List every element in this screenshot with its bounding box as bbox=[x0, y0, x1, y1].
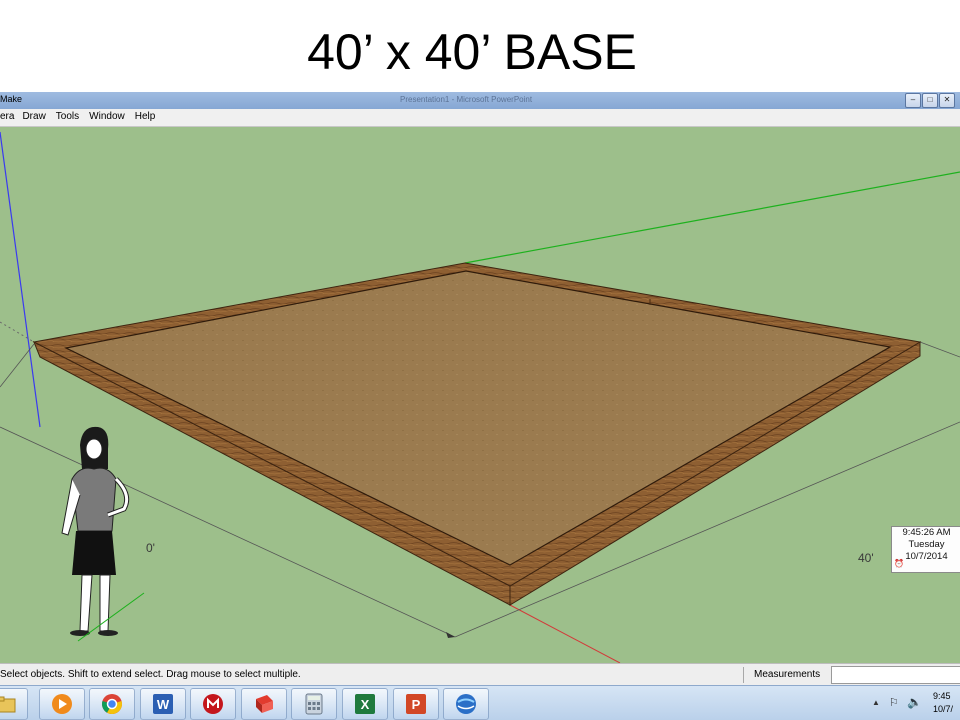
windows-explorer-icon bbox=[0, 696, 16, 713]
alarm-clock-icon: ⏰ bbox=[894, 559, 904, 568]
close-button[interactable]: ✕ bbox=[939, 93, 955, 108]
taskbar-word-button[interactable]: W bbox=[140, 688, 186, 720]
calculator-icon bbox=[305, 693, 323, 715]
dimension-arrow bbox=[446, 632, 455, 638]
app-title: Make bbox=[0, 94, 23, 104]
action-center-icon[interactable]: ⚐ bbox=[889, 696, 899, 709]
sketchup-window: Make Presentation1 - Microsoft PowerPoin… bbox=[0, 92, 960, 720]
sketchup-icon bbox=[256, 695, 273, 713]
tray-date: 10/7/ bbox=[933, 704, 954, 714]
extension-line-left bbox=[0, 343, 35, 388]
menu-help[interactable]: Help bbox=[135, 109, 161, 126]
chrome-icon bbox=[102, 694, 122, 715]
measurements-input[interactable] bbox=[831, 666, 960, 684]
minimize-button[interactable]: – bbox=[905, 93, 921, 108]
scale-figure bbox=[61, 426, 145, 642]
window-titlebar[interactable]: Make Presentation1 - Microsoft PowerPoin… bbox=[0, 92, 960, 109]
excel-icon: X bbox=[355, 694, 375, 714]
tray-time: 9:45 bbox=[933, 691, 951, 701]
window-title-text: Presentation1 - Microsoft PowerPoint bbox=[400, 95, 533, 104]
taskbar-calculator-button[interactable] bbox=[291, 688, 337, 720]
tray-clock[interactable]: 9:45 10/7/ bbox=[933, 690, 960, 716]
maximize-button[interactable]: □ bbox=[922, 93, 938, 108]
measurements-label: Measurements bbox=[754, 669, 821, 680]
taskbar-media-player-button[interactable] bbox=[39, 688, 85, 720]
taskbar-powerpoint-button[interactable]: P bbox=[393, 688, 439, 720]
taskbar-mcafee-button[interactable] bbox=[190, 688, 236, 720]
menu-tools[interactable]: Tools bbox=[56, 109, 89, 126]
windows-taskbar: W X P ▲ ⚐ 🔈 9:45 10/7/ bbox=[0, 685, 960, 720]
svg-text:X: X bbox=[361, 697, 370, 712]
red-axis bbox=[509, 604, 621, 663]
clock-popup-day: Tuesday bbox=[908, 539, 945, 550]
google-earth-icon bbox=[456, 694, 476, 714]
menu-draw[interactable]: Draw bbox=[22, 109, 55, 126]
taskbar-excel-button[interactable]: X bbox=[342, 688, 388, 720]
status-hint: Select objects. Shift to extend select. … bbox=[0, 669, 301, 680]
taskbar-explorer-button[interactable] bbox=[0, 688, 28, 720]
taskbar-sketchup-button[interactable] bbox=[241, 688, 287, 720]
taskbar-google-earth-button[interactable] bbox=[443, 688, 489, 720]
blue-axis bbox=[0, 131, 41, 428]
dimension-label-near: 0' bbox=[146, 541, 155, 555]
menu-camera[interactable]: era bbox=[0, 109, 22, 126]
status-divider bbox=[743, 667, 744, 683]
mcafee-icon bbox=[203, 694, 223, 714]
slide-title: 40’ x 40’ BASE bbox=[307, 24, 637, 80]
extension-line-right bbox=[919, 341, 960, 358]
menu-window[interactable]: Window bbox=[89, 109, 135, 126]
clock-popup: 9:45:26 AM Tuesday 10/7/2014 ⏰ bbox=[891, 526, 960, 573]
axis-dotted bbox=[0, 321, 35, 343]
clock-popup-time: 9:45:26 AM bbox=[902, 527, 951, 538]
status-bar: Select objects. Shift to extend select. … bbox=[0, 663, 960, 686]
model-viewport[interactable]: 0' 40' 9:45:26 AM Tuesday 10/7/2014 ⏰ bbox=[0, 127, 960, 663]
scene-drawing[interactable] bbox=[0, 127, 960, 663]
svg-text:W: W bbox=[157, 697, 170, 712]
powerpoint-icon: P bbox=[406, 694, 426, 714]
svg-text:P: P bbox=[412, 697, 421, 712]
speaker-icon[interactable]: 🔈 bbox=[907, 695, 922, 709]
taskbar-chrome-button[interactable] bbox=[89, 688, 135, 720]
dimension-label-right: 40' bbox=[858, 551, 874, 565]
menu-bar: era Draw Tools Window Help bbox=[0, 109, 960, 127]
show-hidden-icons-icon[interactable]: ▲ bbox=[872, 698, 880, 707]
word-icon: W bbox=[153, 694, 173, 714]
window-controls: – □ ✕ bbox=[905, 93, 955, 108]
media-player-icon bbox=[52, 694, 72, 714]
green-axis bbox=[464, 171, 960, 264]
